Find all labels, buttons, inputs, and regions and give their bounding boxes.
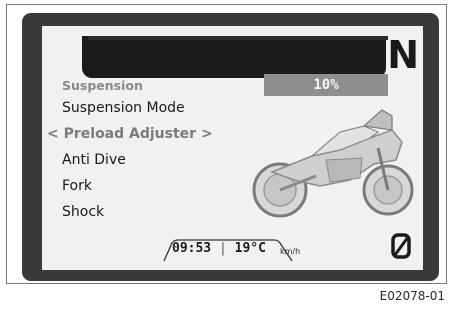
menu-item-suspension-mode[interactable]: Suspension Mode [62,100,185,116]
top-info-bar [82,36,388,78]
setting-value-box: 10% [264,74,388,96]
time-temperature-readout: 09:53 | 19°C [172,241,266,256]
speed-unit: km/h [280,247,301,256]
menu-item-shock[interactable]: Shock [62,204,104,220]
figure-reference-code: E02078-01 [379,289,445,303]
menu-item-anti-dive[interactable]: Anti Dive [62,152,126,168]
status-separator: | [218,241,227,256]
clock-time: 09:53 [172,241,212,256]
status-bar: 09:53 | 19°C km/h [162,239,306,263]
slashed-zero-mode-icon [391,233,411,259]
menu-header: Suspension [62,78,143,93]
menu-item-fork[interactable]: Fork [62,178,92,194]
motorcycle-image [252,109,414,218]
ambient-temperature: 19°C [234,241,266,256]
menu-item-preload-adjuster[interactable]: < Preload Adjuster > [47,126,213,142]
gear-indicator: N [387,33,419,77]
dashboard-screen: N Suspension Suspension Mode < Preload A… [42,26,423,270]
